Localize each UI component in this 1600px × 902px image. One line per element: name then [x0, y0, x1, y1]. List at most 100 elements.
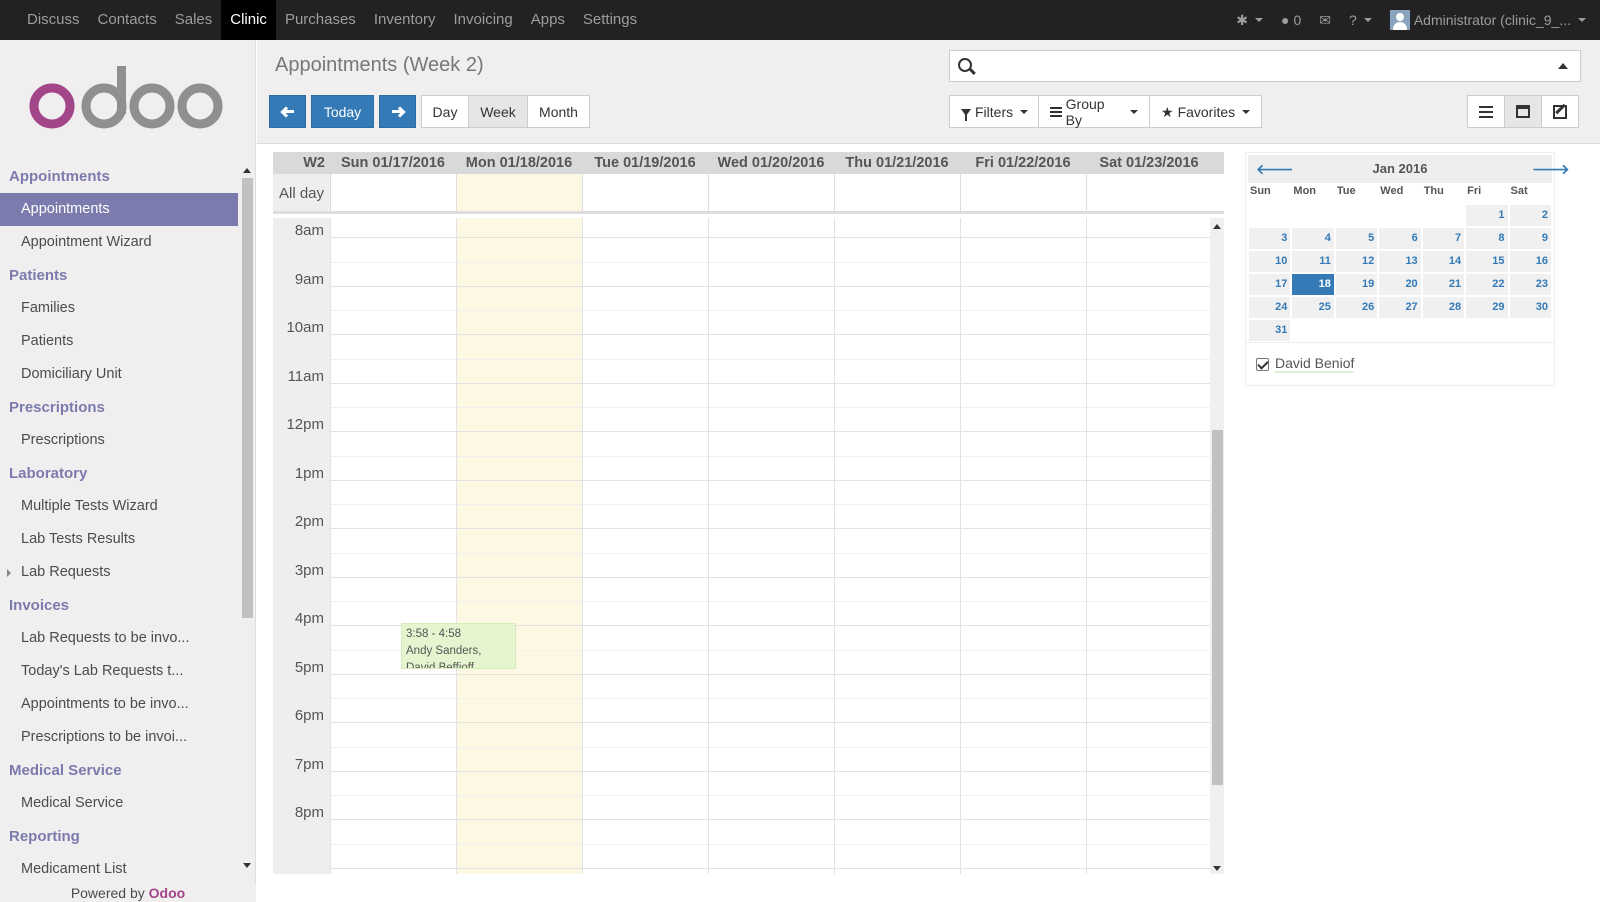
menu-invoicing[interactable]: Invoicing — [445, 0, 522, 40]
mini-day[interactable]: 3 — [1249, 228, 1291, 249]
sidebar-item-families[interactable]: Families — [0, 292, 238, 325]
menu-clinic[interactable]: Clinic — [221, 0, 276, 40]
menu-inventory[interactable]: Inventory — [365, 0, 445, 40]
sidebar-item-appointment-wizard[interactable]: Appointment Wizard — [0, 226, 238, 259]
all-day-cell[interactable] — [330, 174, 456, 211]
calendar-scrollbar[interactable] — [1210, 218, 1224, 874]
mini-day[interactable]: 22 — [1466, 274, 1508, 295]
mini-day[interactable]: 19 — [1335, 274, 1378, 295]
day-view-button[interactable]: Day — [421, 95, 469, 128]
next-month-icon[interactable]: 🡒 — [1532, 162, 1570, 176]
sidebar-scrollbar[interactable] — [241, 168, 253, 868]
all-day-cell[interactable] — [582, 174, 708, 211]
sidebar-item-medical-service[interactable]: Medical Service — [0, 787, 238, 820]
group-by-button[interactable]: Group By — [1038, 95, 1150, 128]
mini-day[interactable]: 10 — [1249, 251, 1291, 272]
day-header[interactable]: Sun 01/17/2016 — [330, 152, 456, 174]
menu-settings[interactable]: Settings — [574, 0, 646, 40]
mini-day[interactable]: 29 — [1466, 297, 1508, 318]
mini-day[interactable]: 30 — [1509, 297, 1551, 318]
sidebar-item-patients[interactable]: Patients — [0, 325, 238, 358]
search-toggle-icon[interactable] — [1558, 63, 1568, 69]
mini-day[interactable]: 14 — [1422, 251, 1465, 272]
mini-day[interactable]: 6 — [1379, 228, 1421, 249]
mini-day[interactable]: 9 — [1509, 228, 1551, 249]
day-header[interactable]: Sat 01/23/2016 — [1086, 152, 1212, 174]
filters-button[interactable]: Filters — [949, 95, 1039, 128]
attendee-checkbox[interactable] — [1256, 357, 1269, 371]
calendar-view-button[interactable] — [1504, 95, 1542, 128]
odoo-link[interactable]: Odoo — [149, 885, 186, 901]
attendee-filter[interactable]: David Beniof — [1245, 342, 1555, 386]
sidebar-item-todays-lab-requests[interactable]: Today's Lab Requests t... — [0, 655, 238, 688]
all-day-cell[interactable] — [456, 174, 582, 211]
mini-day[interactable]: 24 — [1249, 297, 1291, 318]
sidebar-item-prescriptions[interactable]: Prescriptions — [0, 424, 238, 457]
mini-day[interactable]: 17 — [1249, 274, 1291, 295]
sidebar-item-medicament-list[interactable]: Medicament List — [0, 853, 238, 886]
mini-day[interactable]: 18 — [1292, 274, 1334, 295]
appointment-event[interactable]: 3:58 - 4:58 Andy Sanders, David Beffioff — [401, 623, 516, 669]
week-view-button[interactable]: Week — [468, 95, 528, 128]
day-header[interactable]: Mon 01/18/2016 — [456, 152, 582, 174]
mini-day[interactable]: 23 — [1509, 274, 1551, 295]
mini-day[interactable]: 13 — [1379, 251, 1421, 272]
day-header[interactable]: Thu 01/21/2016 — [834, 152, 960, 174]
favorites-button[interactable]: ★ Favorites — [1149, 95, 1262, 128]
search-bar[interactable] — [949, 50, 1581, 82]
sidebar-item-lab-requests-to-invoice[interactable]: Lab Requests to be invo... — [0, 622, 238, 655]
scrollbar-thumb[interactable] — [242, 178, 253, 618]
sidebar-item-domiciliary-unit[interactable]: Domiciliary Unit — [0, 358, 238, 391]
search-input[interactable] — [980, 55, 1540, 77]
sidebar-item-multiple-tests-wizard[interactable]: Multiple Tests Wizard — [0, 490, 238, 523]
all-day-cell[interactable] — [708, 174, 834, 211]
list-view-button[interactable] — [1467, 95, 1505, 128]
menu-apps[interactable]: Apps — [522, 0, 574, 40]
menu-contacts[interactable]: Contacts — [89, 0, 166, 40]
mini-day[interactable]: 20 — [1379, 274, 1421, 295]
mini-day[interactable]: 8 — [1466, 228, 1508, 249]
all-day-cell[interactable] — [960, 174, 1086, 211]
mini-calendar-month[interactable]: Jan 2016 — [1373, 161, 1428, 176]
mini-day[interactable]: 16 — [1509, 251, 1551, 272]
today-button[interactable]: Today — [311, 95, 374, 128]
previous-button[interactable] — [269, 95, 306, 128]
mini-day[interactable]: 25 — [1292, 297, 1334, 318]
sidebar-item-appointments[interactable]: Appointments — [0, 193, 238, 226]
sidebar-item-lab-tests-results[interactable]: Lab Tests Results — [0, 523, 238, 556]
mini-day[interactable]: 1 — [1466, 205, 1508, 226]
day-header[interactable]: Tue 01/19/2016 — [582, 152, 708, 174]
debug-menu[interactable]: ✱ — [1227, 0, 1272, 40]
all-day-cell[interactable] — [834, 174, 960, 211]
mini-day[interactable]: 5 — [1335, 228, 1378, 249]
all-day-cell[interactable] — [1086, 174, 1212, 211]
sidebar-item-lab-requests[interactable]: Lab Requests — [0, 556, 238, 589]
next-button[interactable] — [379, 95, 416, 128]
scrollbar-thumb[interactable] — [1212, 430, 1223, 785]
mini-day[interactable]: 21 — [1422, 274, 1465, 295]
menu-discuss[interactable]: Discuss — [18, 0, 89, 40]
mini-day[interactable]: 15 — [1466, 251, 1508, 272]
mail-menu[interactable]: ✉ — [1310, 0, 1340, 40]
mini-day[interactable]: 11 — [1292, 251, 1334, 272]
menu-purchases[interactable]: Purchases — [276, 0, 365, 40]
mini-day[interactable]: 12 — [1335, 251, 1378, 272]
prev-month-icon[interactable]: 🡐 — [1256, 162, 1294, 176]
mini-day[interactable]: 26 — [1335, 297, 1378, 318]
mini-day[interactable]: 2 — [1509, 205, 1551, 226]
mini-day[interactable]: 4 — [1292, 228, 1334, 249]
day-header[interactable]: Wed 01/20/2016 — [708, 152, 834, 174]
help-menu[interactable]: ? — [1340, 0, 1381, 40]
form-view-button[interactable] — [1541, 95, 1579, 128]
menu-sales[interactable]: Sales — [166, 0, 222, 40]
sidebar-item-prescriptions-to-invoice[interactable]: Prescriptions to be invoi... — [0, 721, 238, 754]
mini-day[interactable]: 31 — [1249, 320, 1291, 341]
mini-day[interactable]: 7 — [1422, 228, 1465, 249]
user-menu[interactable]: Administrator (clinic_9_... — [1381, 0, 1600, 40]
mini-day[interactable]: 28 — [1422, 297, 1465, 318]
sidebar-item-appointments-to-invoice[interactable]: Appointments to be invo... — [0, 688, 238, 721]
expand-icon[interactable] — [7, 569, 11, 577]
chat-menu[interactable]: ● 0 — [1272, 0, 1310, 40]
time-grid[interactable]: 8am 9am 10am 11am 12pm 1pm 2pm 3pm 4pm 5pm 6pm 7pm 8… — [273, 218, 1224, 874]
mini-day[interactable]: 27 — [1379, 297, 1421, 318]
